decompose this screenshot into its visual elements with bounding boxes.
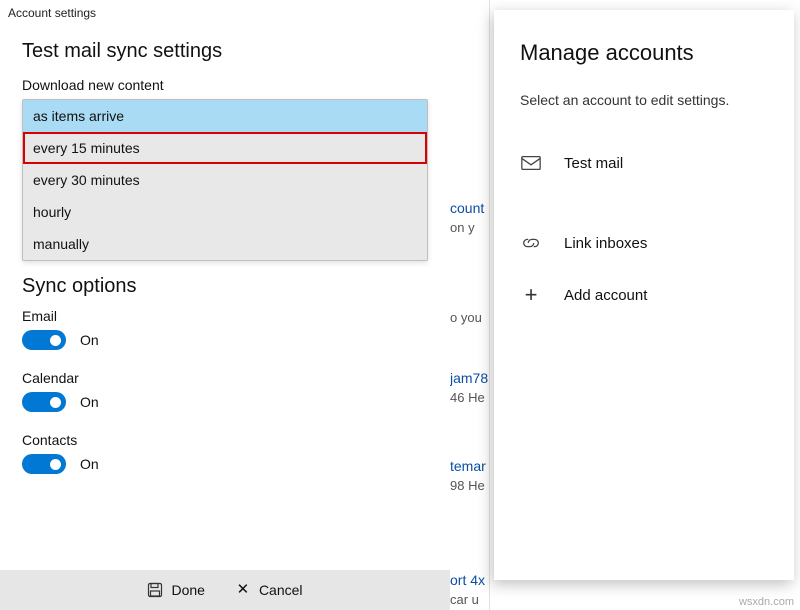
bg-frag: o you [450,310,482,325]
divider [489,0,490,610]
download-interval-dropdown[interactable]: as items arrive every 15 minutes every 3… [22,99,428,261]
bg-frag: 98 He [450,478,485,493]
contacts-label: Contacts [22,432,428,448]
add-account-label: Add account [564,287,647,304]
bg-frag: 46 He [450,390,485,405]
contacts-toggle[interactable] [22,454,66,474]
bg-frag: on y [450,220,475,235]
calendar-label: Calendar [22,370,428,386]
sync-options-title: Sync options [22,275,428,298]
panel-header: Account settings [0,0,450,26]
dropdown-option-as-arrive[interactable]: as items arrive [23,100,427,132]
calendar-toggle-state: On [80,394,99,410]
contacts-toggle-state: On [80,456,99,472]
plus-icon: + [520,282,542,308]
account-settings-panel: Account settings Test mail sync settings… [0,0,450,610]
dropdown-option-hourly[interactable]: hourly [23,196,427,228]
dropdown-option-manually[interactable]: manually [23,228,427,260]
watermark: wsxdn.com [739,596,794,608]
save-icon [147,582,163,598]
bg-frag: ort 4x [450,572,485,588]
manage-title: Manage accounts [520,40,768,66]
email-toggle-state: On [80,332,99,348]
done-label: Done [171,582,204,598]
account-item-test-mail[interactable]: Test mail [520,138,768,188]
calendar-toggle[interactable] [22,392,66,412]
dropdown-option-15min[interactable]: every 15 minutes [23,132,427,164]
dropdown-option-30min[interactable]: every 30 minutes [23,164,427,196]
cancel-button[interactable]: ✕ Cancel [235,582,303,598]
manage-accounts-panel: Manage accounts Select an account to edi… [494,10,794,580]
bg-frag: car u [450,592,479,607]
cancel-label: Cancel [259,582,303,598]
bg-frag: count [450,200,484,216]
bg-frag: jam78 [450,370,488,386]
page-title: Test mail sync settings [22,40,428,63]
manage-subtitle: Select an account to edit settings. [520,92,768,108]
link-icon [520,232,542,254]
panel-footer: Done ✕ Cancel [0,570,450,610]
mail-icon [520,152,542,174]
link-inboxes-label: Link inboxes [564,235,647,252]
bg-frag: temar [450,458,486,474]
close-icon: ✕ [235,582,251,598]
done-button[interactable]: Done [147,582,204,598]
link-inboxes-button[interactable]: Link inboxes [520,218,768,268]
add-account-button[interactable]: + Add account [520,268,768,322]
background-message-list: count on y o you jam78 46 He temar 98 He… [450,0,490,610]
account-name: Test mail [564,155,623,172]
email-label: Email [22,308,428,324]
download-content-label: Download new content [22,77,428,93]
email-toggle[interactable] [22,330,66,350]
